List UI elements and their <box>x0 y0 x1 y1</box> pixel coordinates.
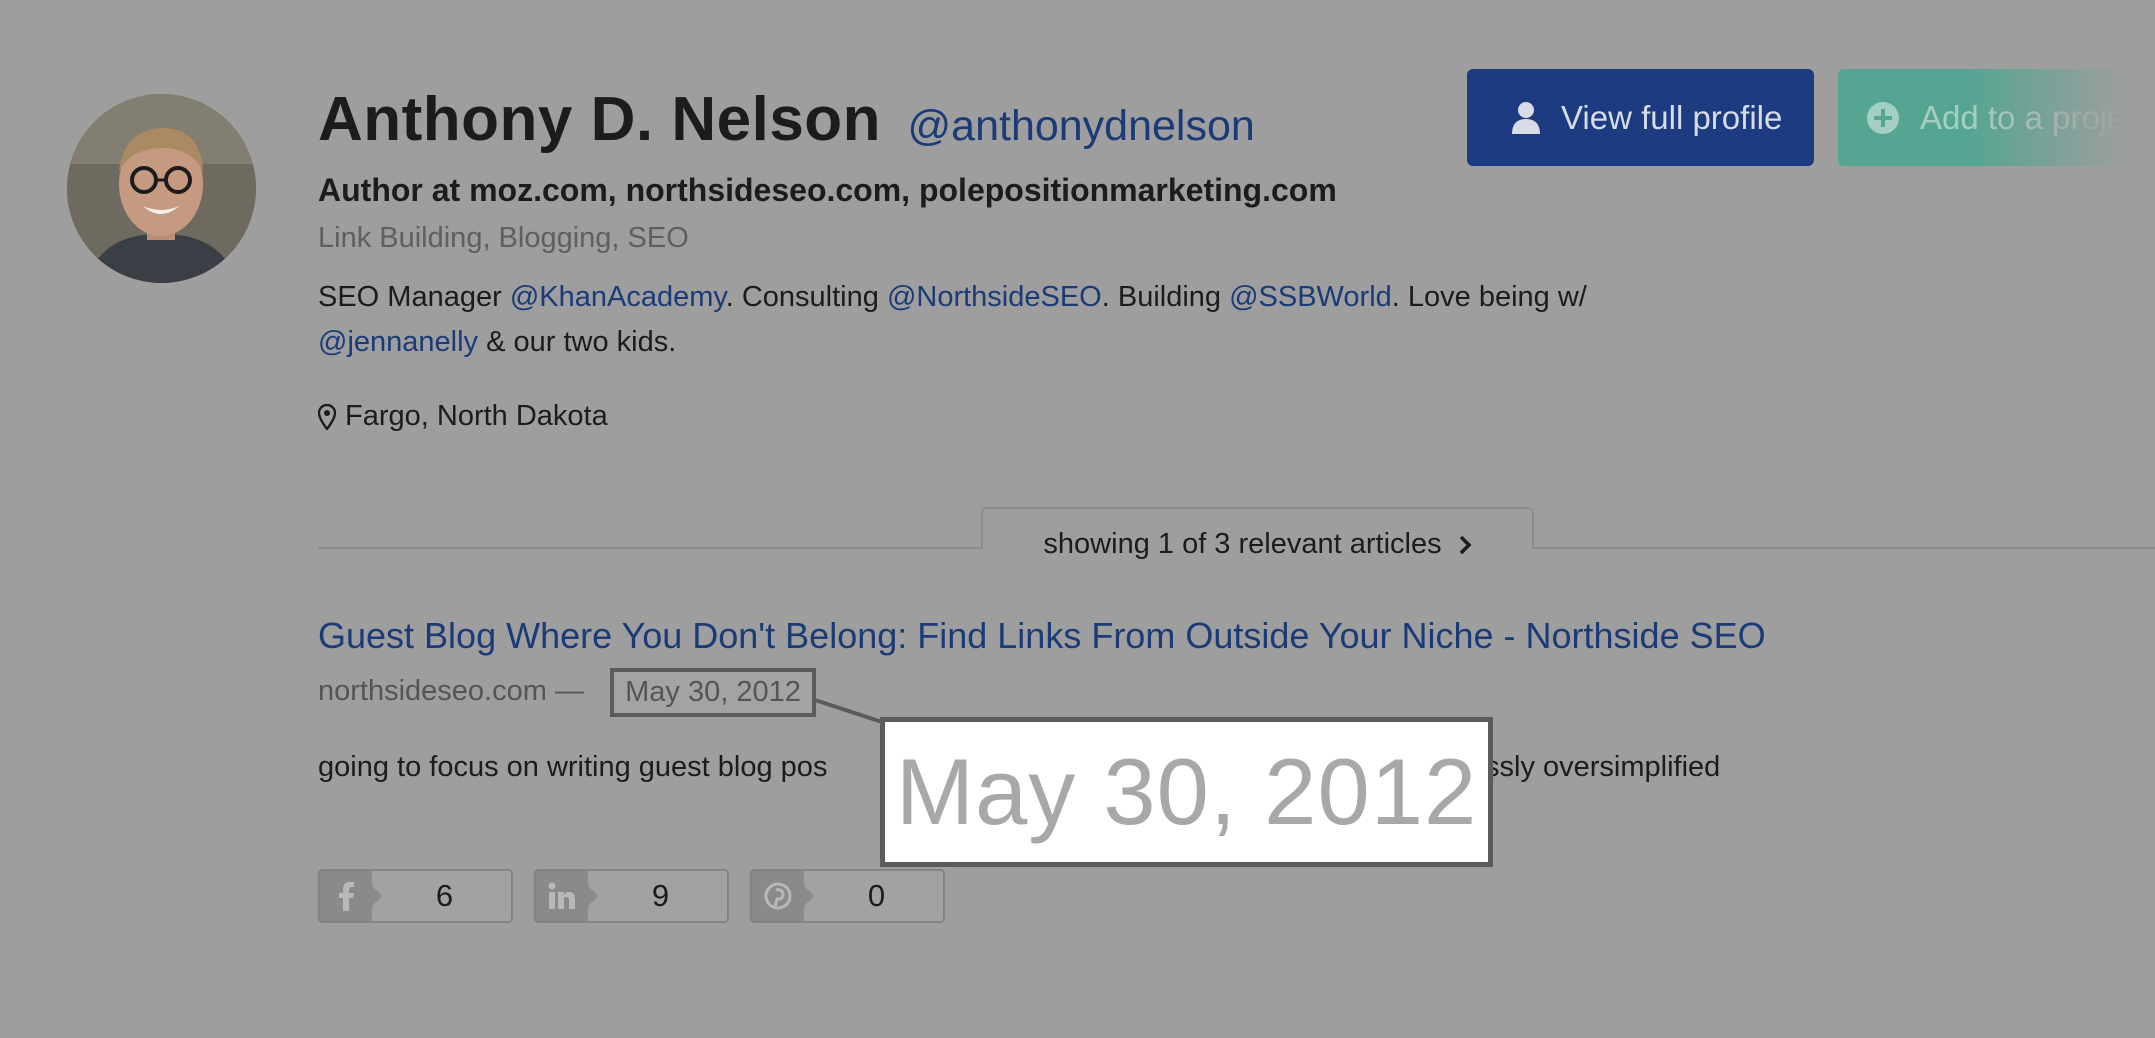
profile-card: Anthony D. Nelson @anthonydnelson Author… <box>0 0 2155 1038</box>
linkedin-icon <box>536 871 598 921</box>
facebook-share-count[interactable]: 6 <box>318 869 513 923</box>
location-text: Fargo, North Dakota <box>345 400 608 432</box>
avatar[interactable] <box>67 94 256 283</box>
pinterest-icon <box>752 871 814 921</box>
bio-text: . Love being w/ <box>1391 281 1587 313</box>
zoomed-date: May 30, 2012 <box>895 739 1478 844</box>
article-date-highlight: May 30, 2012 <box>610 668 816 717</box>
profile-location: Fargo, North Dakota <box>318 400 608 433</box>
zoomed-date-callout: May 30, 2012 <box>880 717 1493 867</box>
articles-pager[interactable]: showing 1 of 3 relevant articles <box>981 507 1534 560</box>
profile-name: Anthony D. Nelson <box>318 85 882 154</box>
map-pin-icon <box>318 403 336 430</box>
user-icon <box>1512 101 1540 134</box>
bio-text: . Consulting <box>725 281 887 313</box>
plus-circle-icon <box>1867 101 1899 134</box>
profile-bio: SEO Manager @KhanAcademy. Consulting @No… <box>318 275 1608 365</box>
bio-mention-ssbworld[interactable]: @SSBWorld <box>1229 281 1392 313</box>
articles-pager-label: showing 1 of 3 relevant articles <box>1043 528 1442 560</box>
bio-text: . Building <box>1101 281 1230 313</box>
article-title-link[interactable]: Guest Blog Where You Don't Belong: Find … <box>318 615 1766 657</box>
article-snippet-tail: ssly oversimplified <box>1485 751 1721 783</box>
avatar-photo <box>67 94 256 283</box>
share-count: 6 <box>435 878 454 913</box>
linkedin-share-count[interactable]: 9 <box>534 869 729 923</box>
profile-headline: Author at moz.com, northsideseo.com, pol… <box>318 172 1337 208</box>
article-source: northsideseo.com — <box>318 675 584 707</box>
bio-mention-khanacademy[interactable]: @KhanAcademy <box>510 281 726 313</box>
bio-mention-jennanelly[interactable]: @jennanelly <box>318 326 478 358</box>
twitter-handle-link[interactable]: @anthonydnelson <box>908 102 1255 150</box>
view-full-profile-label: View full profile <box>1561 98 1783 136</box>
edge-fade <box>1965 60 2155 175</box>
bio-text: SEO Manager <box>318 281 510 313</box>
article-snippet: going to focus on writing guest blog pos <box>318 751 828 783</box>
bio-text: & our two kids. <box>478 326 677 358</box>
facebook-icon <box>320 871 382 921</box>
view-full-profile-button[interactable]: View full profile <box>1467 69 1814 166</box>
article-date: May 30, 2012 <box>625 676 801 708</box>
profile-tags: Link Building, Blogging, SEO <box>318 222 689 254</box>
name-row: Anthony D. Nelson @anthonydnelson <box>318 84 1255 155</box>
share-count: 9 <box>651 878 670 913</box>
bio-mention-northsideseo[interactable]: @NorthsideSEO <box>887 281 1102 313</box>
share-count: 0 <box>867 878 886 913</box>
chevron-right-icon[interactable] <box>1458 534 1472 556</box>
pinterest-share-count[interactable]: 0 <box>750 869 945 923</box>
